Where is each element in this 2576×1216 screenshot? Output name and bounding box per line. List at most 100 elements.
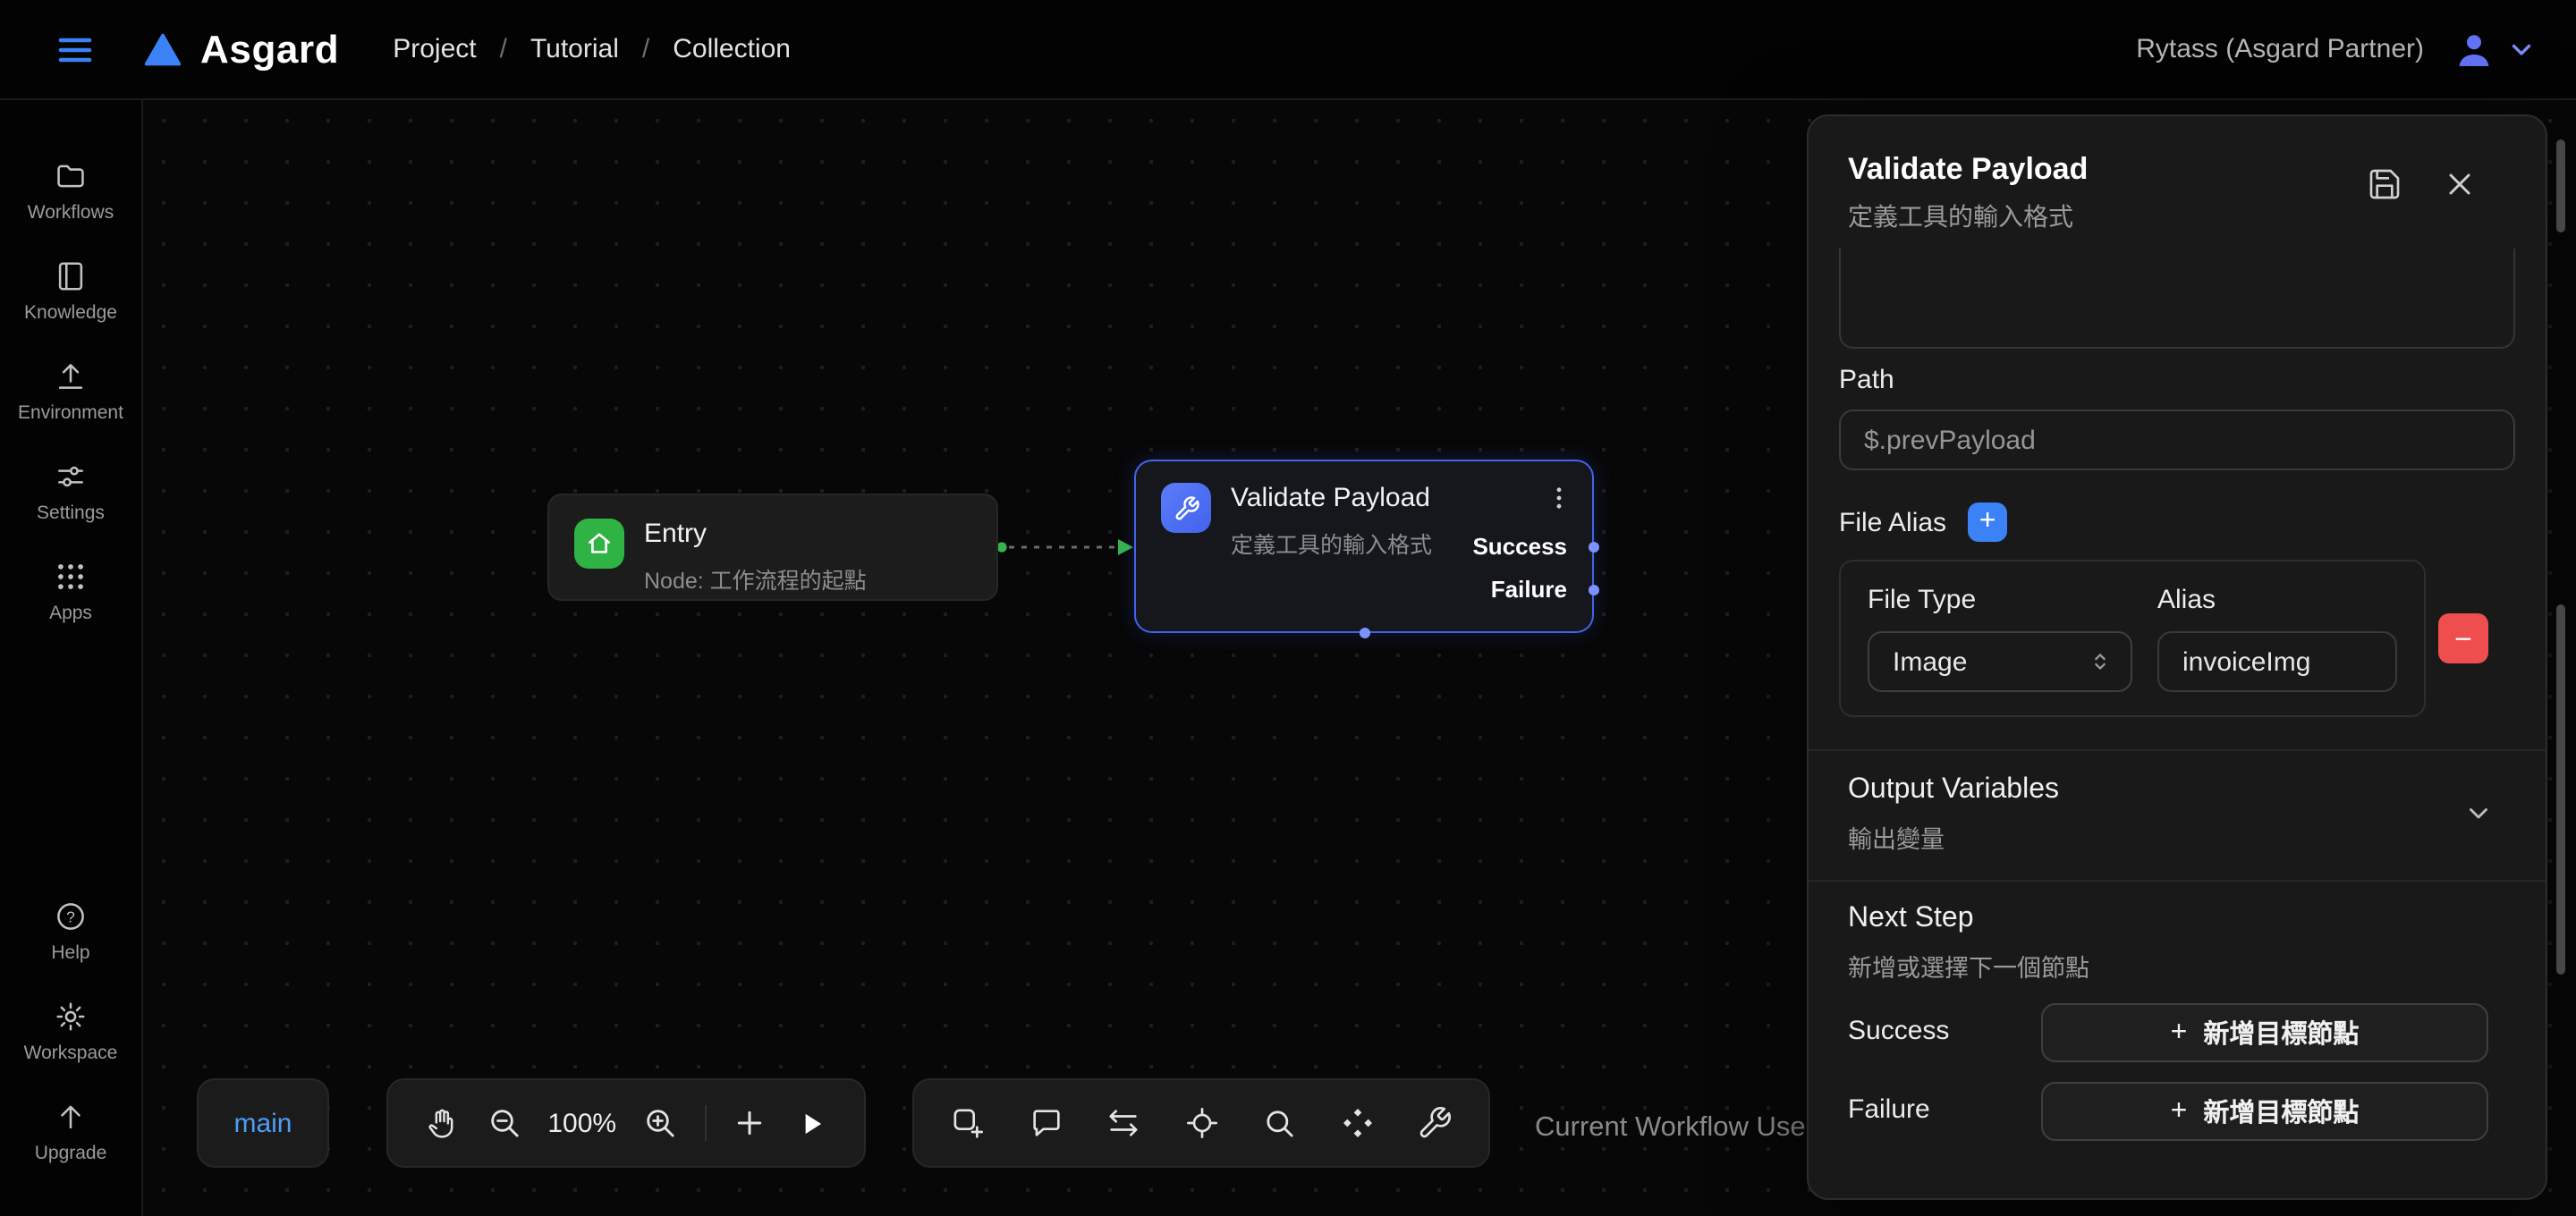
add-success-target-button[interactable]: + 新增目標節點 xyxy=(2041,1003,2488,1062)
sidebar-item-label: Apps xyxy=(49,603,92,624)
file-alias-card: File Type Alias Image xyxy=(1839,560,2426,717)
add-node-icon[interactable] xyxy=(950,1105,986,1141)
alias-label: Alias xyxy=(2157,585,2397,615)
sidebar-item-label: Settings xyxy=(37,502,105,524)
section-divider xyxy=(1809,880,2547,882)
node-menu-kebab-icon[interactable] xyxy=(1544,483,1574,513)
path-label: Path xyxy=(1839,365,1894,395)
book-icon xyxy=(54,259,88,293)
sidebar-item-upgrade[interactable]: Upgrade xyxy=(0,1087,141,1177)
bottom-port[interactable] xyxy=(1359,628,1369,638)
comment-icon[interactable] xyxy=(1028,1105,1063,1141)
breadcrumb-project[interactable]: Project xyxy=(393,34,476,64)
file-type-label: File Type xyxy=(1868,585,2132,615)
node-entry-texts: Entry Node: 工作流程的起點 xyxy=(644,519,867,595)
next-step-subtitle: 新增或選擇下一個節點 xyxy=(1848,948,2089,984)
add-file-alias-button[interactable]: + xyxy=(1968,502,2007,542)
home-icon xyxy=(574,519,624,569)
canvas-zoom-toolbar: 100% xyxy=(386,1078,866,1168)
file-alias-card-controls: Image xyxy=(1868,631,2397,692)
branch-selector-button[interactable]: main xyxy=(197,1078,329,1168)
file-type-value: Image xyxy=(1893,646,2088,677)
upload-icon xyxy=(54,359,88,393)
output-variables-subtitle: 輸出變量 xyxy=(1848,819,1945,855)
section-divider xyxy=(1809,749,2547,751)
node-entry-subtitle: Node: 工作流程的起點 xyxy=(644,562,867,595)
close-icon[interactable] xyxy=(2442,166,2478,202)
swap-horizontal-icon[interactable] xyxy=(1106,1105,1141,1141)
node-config-panel: Validate Payload 定義工具的輸入格式 Path File Ali… xyxy=(1807,114,2547,1200)
plus-icon: + xyxy=(2171,1095,2188,1127)
gear-icon xyxy=(54,1000,88,1034)
plus-icon: + xyxy=(2171,1017,2188,1049)
alias-input[interactable] xyxy=(2157,631,2397,692)
add-target-button-label: 新增目標節點 xyxy=(2203,1093,2359,1130)
success-row-label: Success xyxy=(1848,1016,1949,1046)
workflow-usage-status: Current Workflow Used xyxy=(1535,1098,1821,1159)
toolbar-divider xyxy=(705,1105,707,1141)
sidebar-item-workflows[interactable]: Workflows xyxy=(0,147,141,236)
sidebar-item-label: Environment xyxy=(18,402,123,424)
chevron-down-icon xyxy=(2506,34,2537,64)
sidebar-item-knowledge[interactable]: Knowledge xyxy=(0,247,141,336)
sidebar-bottom-group: ? Help Workspace Upgrade xyxy=(0,887,141,1187)
add-icon[interactable] xyxy=(733,1105,768,1141)
app-logo[interactable]: Asgard xyxy=(143,26,339,72)
search-icon[interactable] xyxy=(1261,1105,1297,1141)
app-window: Asgard Project / Tutorial / Collection R… xyxy=(0,0,2576,1216)
grid-dots-icon xyxy=(54,560,88,594)
remove-file-alias-button[interactable]: − xyxy=(2438,613,2488,663)
edge-arrowhead xyxy=(1118,539,1133,555)
file-alias-card-headers: File Type Alias xyxy=(1868,585,2397,615)
sidebar-item-label: Upgrade xyxy=(35,1143,107,1164)
failure-row-label: Failure xyxy=(1848,1094,1930,1125)
sidebar-item-label: Knowledge xyxy=(24,302,117,324)
run-icon[interactable] xyxy=(794,1106,828,1140)
help-circle-icon: ? xyxy=(54,899,88,933)
collapse-chevron-down-icon[interactable] xyxy=(2463,798,2494,828)
auto-layout-icon[interactable] xyxy=(1339,1105,1375,1141)
sliders-icon xyxy=(54,460,88,494)
sidebar-item-workspace[interactable]: Workspace xyxy=(0,987,141,1077)
scrollbar-thumb-main[interactable] xyxy=(2556,604,2565,975)
add-failure-target-button[interactable]: + 新增目標節點 xyxy=(2041,1082,2488,1141)
description-textarea[interactable] xyxy=(1839,249,2515,349)
breadcrumb-separator: / xyxy=(642,34,649,64)
panel-subtitle: 定義工具的輸入格式 xyxy=(1848,198,2073,234)
wrench-icon xyxy=(1161,483,1211,533)
arrow-up-icon xyxy=(54,1100,88,1134)
breadcrumb-separator: / xyxy=(500,34,507,64)
node-validate-texts: Validate Payload 定義工具的輸入格式 xyxy=(1231,483,1432,560)
output-variables-title[interactable]: Output Variables xyxy=(1848,774,2059,806)
node-output-success: Success xyxy=(1472,533,1567,560)
account-name[interactable]: Rytass (Asgard Partner) xyxy=(2136,34,2424,64)
sidebar-item-apps[interactable]: Apps xyxy=(0,547,141,637)
pan-hand-icon[interactable] xyxy=(424,1105,460,1141)
breadcrumb-tutorial[interactable]: Tutorial xyxy=(530,34,619,64)
sidebar-item-settings[interactable]: Settings xyxy=(0,447,141,536)
node-validate-title: Validate Payload xyxy=(1231,483,1432,517)
sidebar-item-label: Help xyxy=(51,942,89,964)
zoom-in-icon[interactable] xyxy=(642,1105,678,1141)
panel-title: Validate Payload xyxy=(1848,152,2088,188)
hamburger-menu-icon[interactable] xyxy=(54,28,97,71)
breadcrumb-collection[interactable]: Collection xyxy=(673,34,791,64)
canvas-action-toolbar xyxy=(912,1078,1490,1168)
save-icon[interactable] xyxy=(2367,166,2402,202)
tools-wrench-icon[interactable] xyxy=(1417,1105,1453,1141)
user-avatar-icon xyxy=(2453,28,2496,71)
success-port[interactable] xyxy=(1589,542,1599,553)
path-input[interactable] xyxy=(1839,410,2515,470)
file-type-select[interactable]: Image xyxy=(1868,631,2132,692)
user-menu-button[interactable] xyxy=(2453,28,2537,71)
node-validate-payload[interactable]: Validate Payload 定義工具的輸入格式 Success Failu… xyxy=(1134,460,1594,633)
node-entry[interactable]: Entry Node: 工作流程的起點 xyxy=(547,494,998,601)
folder-icon xyxy=(54,159,88,193)
next-step-title: Next Step xyxy=(1848,903,1974,935)
scrollbar-thumb-top[interactable] xyxy=(2556,139,2565,232)
locate-icon[interactable] xyxy=(1183,1105,1219,1141)
failure-port[interactable] xyxy=(1589,585,1599,595)
zoom-out-icon[interactable] xyxy=(486,1105,521,1141)
sidebar-item-help[interactable]: ? Help xyxy=(0,887,141,976)
sidebar-item-environment[interactable]: Environment xyxy=(0,347,141,436)
